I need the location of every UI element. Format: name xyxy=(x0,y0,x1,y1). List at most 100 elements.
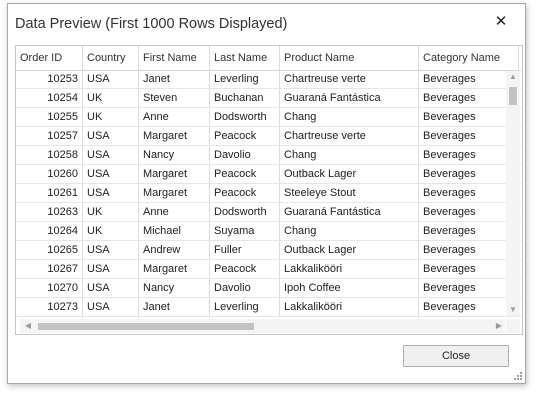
cell-product-name: Chartreuse verte xyxy=(280,70,419,88)
cell-order-id: 10265 xyxy=(16,241,83,259)
data-preview-dialog: Data Preview (First 1000 Rows Displayed)… xyxy=(7,3,526,384)
table-row[interactable]: 10260 USA Margaret Peacock Outback Lager Beve… xyxy=(16,165,521,184)
cell-order-id: 10257 xyxy=(16,127,83,145)
cell-country: UK xyxy=(83,108,139,126)
cell-first-name: Nancy xyxy=(139,146,210,164)
cell-last-name: Davolio xyxy=(210,146,280,164)
cell-category-name: Beverages xyxy=(419,108,519,126)
column-header-first-name[interactable]: First Name xyxy=(139,46,210,70)
vertical-scroll-thumb[interactable] xyxy=(509,87,517,105)
cell-first-name: Anne xyxy=(139,108,210,126)
column-header-last-name[interactable]: Last Name xyxy=(210,46,280,70)
cell-first-name: Margaret xyxy=(139,127,210,145)
cell-last-name: Peacock xyxy=(210,165,280,183)
cell-last-name: Dodsworth xyxy=(210,108,280,126)
table-row[interactable]: 10253 USA Janet Leverling Chartreuse verte Be… xyxy=(16,70,521,89)
cell-category-name: Beverages xyxy=(419,298,519,316)
cell-product-name: Outback Lager xyxy=(280,241,419,259)
scroll-right-icon[interactable]: ▶ xyxy=(493,319,505,333)
cell-first-name: Steven xyxy=(139,89,210,107)
cell-category-name: Beverages xyxy=(419,260,519,278)
cell-category-name: Beverages xyxy=(419,127,519,145)
cell-product-name: Lakkalikööri xyxy=(280,260,419,278)
cell-country: USA xyxy=(83,70,139,88)
cell-last-name: Davolio xyxy=(210,279,280,297)
cell-country: USA xyxy=(83,298,139,316)
cell-last-name: Buchanan xyxy=(210,89,280,107)
vertical-scrollbar[interactable]: ▲ ▼ xyxy=(506,71,520,316)
table-row[interactable]: 10267 USA Margaret Peacock Lakkalikööri Bever… xyxy=(16,260,521,279)
scrollbar-corner xyxy=(506,319,520,333)
cell-product-name: Guaraná Fantástica xyxy=(280,203,419,221)
cell-last-name: Leverling xyxy=(210,70,280,88)
cell-category-name: Beverages xyxy=(419,89,519,107)
cell-order-id: 10255 xyxy=(16,108,83,126)
scroll-down-icon[interactable]: ▼ xyxy=(506,304,520,316)
cell-category-name: Beverages xyxy=(419,184,519,202)
horizontal-scroll-thumb[interactable] xyxy=(38,323,254,330)
cell-category-name: Beverages xyxy=(419,203,519,221)
table-row[interactable]: 10258 USA Nancy Davolio Chang Beverages xyxy=(16,146,521,165)
column-header-order-id[interactable]: Order ID xyxy=(16,46,83,70)
table-row[interactable]: 10255 UK Anne Dodsworth Chang Beverages xyxy=(16,108,521,127)
table-row[interactable]: 10254 UK Steven Buchanan Guaraná Fantástica B… xyxy=(16,89,521,108)
cell-product-name: Chang xyxy=(280,146,419,164)
cell-category-name: Beverages xyxy=(419,70,519,88)
scroll-left-icon[interactable]: ◀ xyxy=(22,319,34,333)
table-row[interactable]: 10263 UK Anne Dodsworth Guaraná Fantástica Be… xyxy=(16,203,521,222)
cell-category-name: Beverages xyxy=(419,165,519,183)
cell-country: USA xyxy=(83,184,139,202)
cell-order-id: 10263 xyxy=(16,203,83,221)
cell-order-id: 10273 xyxy=(16,298,83,316)
cell-last-name: Suyama xyxy=(210,222,280,240)
column-header-product-name[interactable]: Product Name xyxy=(280,46,419,70)
cell-country: UK xyxy=(83,222,139,240)
cell-last-name: Dodsworth xyxy=(210,203,280,221)
cell-last-name: Peacock xyxy=(210,260,280,278)
cell-order-id: 10267 xyxy=(16,260,83,278)
cell-order-id: 10261 xyxy=(16,184,83,202)
cell-country: USA xyxy=(83,241,139,259)
cell-first-name: Anne xyxy=(139,203,210,221)
cell-last-name: Peacock xyxy=(210,127,280,145)
table-row[interactable]: 10264 UK Michael Suyama Chang Beverages xyxy=(16,222,521,241)
cell-product-name: Outback Lager xyxy=(280,165,419,183)
cell-first-name: Michael xyxy=(139,222,210,240)
cell-category-name: Beverages xyxy=(419,241,519,259)
cell-category-name: Beverages xyxy=(419,279,519,297)
column-header-country[interactable]: Country xyxy=(83,46,139,70)
cell-product-name: Chang xyxy=(280,222,419,240)
cell-first-name: Nancy xyxy=(139,279,210,297)
table-row[interactable]: 10265 USA Andrew Fuller Outback Lager Beverag… xyxy=(16,241,521,260)
table-row[interactable]: 10270 USA Nancy Davolio Ipoh Coffee Beverages xyxy=(16,279,521,298)
cell-product-name: Ipoh Coffee xyxy=(280,279,419,297)
cell-first-name: Janet xyxy=(139,298,210,316)
cell-country: USA xyxy=(83,127,139,145)
cell-category-name: Beverages xyxy=(419,146,519,164)
cell-last-name: Fuller xyxy=(210,241,280,259)
table-row[interactable]: 10257 USA Margaret Peacock Chartreuse verte B… xyxy=(16,127,521,146)
cell-product-name: Guaraná Fantástica xyxy=(280,89,419,107)
cell-first-name: Margaret xyxy=(139,184,210,202)
cell-country: UK xyxy=(83,203,139,221)
table-row[interactable]: 10273 USA Janet Leverling Lakkalikööri Bevera… xyxy=(16,298,521,317)
close-button[interactable]: Close xyxy=(403,345,509,367)
resize-grip-icon[interactable] xyxy=(514,372,522,380)
column-header-category-name[interactable]: Category Name xyxy=(419,46,519,70)
table-row[interactable]: 10261 USA Margaret Peacock Steeleye Stout Bev… xyxy=(16,184,521,203)
cell-category-name: Beverages xyxy=(419,222,519,240)
cell-first-name: Andrew xyxy=(139,241,210,259)
scroll-up-icon[interactable]: ▲ xyxy=(506,71,520,83)
horizontal-scrollbar[interactable]: ◀ ▶ xyxy=(20,319,505,333)
cell-product-name: Chang xyxy=(280,108,419,126)
cell-order-id: 10260 xyxy=(16,165,83,183)
data-grid[interactable]: Order ID Country First Name Last Name Produc… xyxy=(15,45,523,335)
cell-country: USA xyxy=(83,260,139,278)
cell-product-name: Lakkalikööri xyxy=(280,298,419,316)
cell-order-id: 10264 xyxy=(16,222,83,240)
cell-last-name: Peacock xyxy=(210,184,280,202)
cell-order-id: 10254 xyxy=(16,89,83,107)
close-icon[interactable]: ✕ xyxy=(494,14,508,29)
cell-first-name: Margaret xyxy=(139,260,210,278)
cell-country: USA xyxy=(83,165,139,183)
